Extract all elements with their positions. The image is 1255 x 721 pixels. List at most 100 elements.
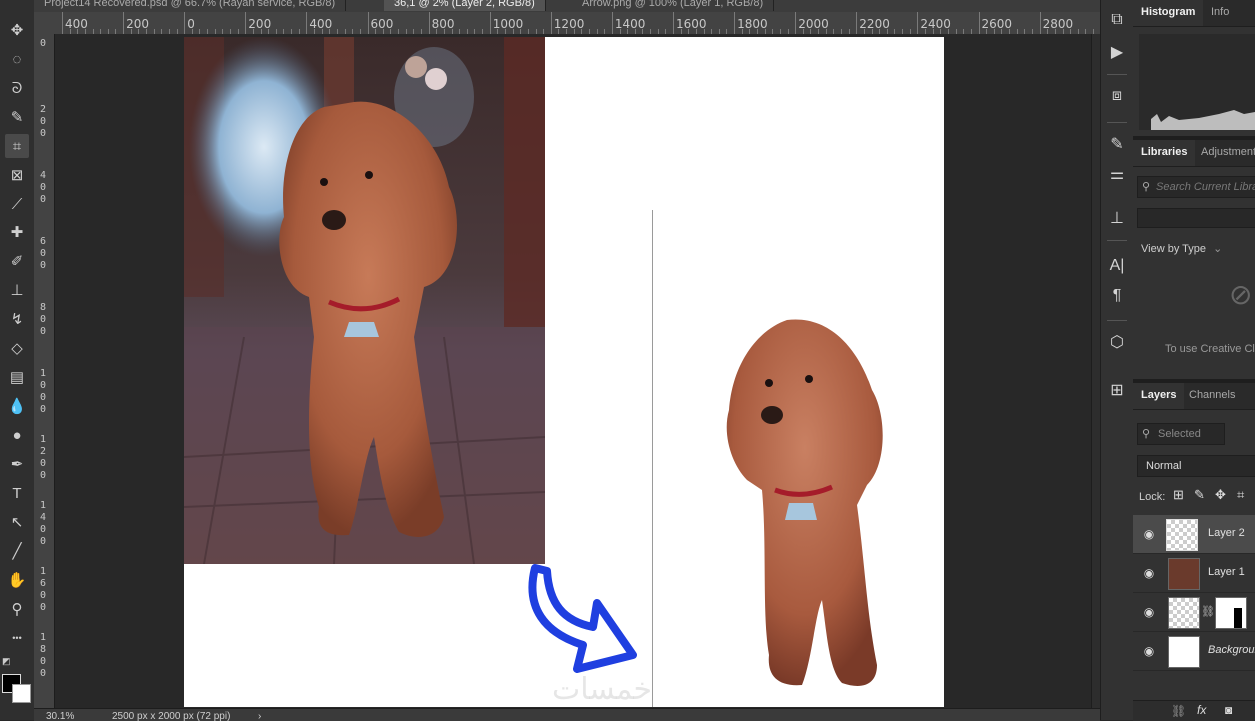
ruler-label: 2200 xyxy=(859,17,890,31)
layer-2-dog-cutout xyxy=(717,315,892,695)
ruler-label: 200 xyxy=(126,17,149,31)
ruler-label: 1600 xyxy=(676,17,707,31)
lock-label: Lock: xyxy=(1139,491,1166,503)
lock-position-icon[interactable]: ✥ xyxy=(1215,487,1226,503)
marquee-icon[interactable]: ◌ xyxy=(5,47,29,71)
3d-icon[interactable]: ⬡ xyxy=(1105,330,1129,354)
path-select-icon[interactable]: ↖ xyxy=(5,510,29,534)
eyedropper-icon[interactable]: ⟋ xyxy=(5,192,29,216)
ruler-label: 1400 xyxy=(39,500,47,547)
brush-icon[interactable]: ✐ xyxy=(5,249,29,273)
layer-filter-dropdown[interactable]: ⚲ Selected xyxy=(1137,423,1225,445)
link-layers-icon[interactable]: ⛓ xyxy=(1171,704,1186,718)
tab-adjustments[interactable]: Adjustments xyxy=(1193,140,1255,166)
tab-info[interactable]: Info xyxy=(1203,0,1237,26)
visibility-eye-icon[interactable]: ◉ xyxy=(1141,526,1157,542)
ruler-label: 800 xyxy=(431,17,455,31)
grid-icon[interactable]: ⊞ xyxy=(1105,378,1129,402)
brush-settings-icon[interactable]: ✎ xyxy=(1105,132,1129,156)
ruler-label: 600 xyxy=(39,236,47,271)
view-by-type-dropdown[interactable]: View by Type ⌄ xyxy=(1141,242,1222,255)
healing-brush-icon[interactable]: ✚ xyxy=(5,220,29,244)
chevron-down-icon: ⌄ xyxy=(1213,243,1223,255)
creative-cloud-message: To use Creative Cloud xyxy=(1165,343,1255,355)
layer-row-background[interactable]: ◉ Background xyxy=(1133,632,1255,671)
tab-channels[interactable]: Channels xyxy=(1181,383,1243,409)
lock-transparency-icon[interactable]: ⊞ xyxy=(1173,487,1184,503)
search-icon: ⚲ xyxy=(1142,428,1151,440)
layer-row-masked[interactable]: ◉ ⛓ xyxy=(1133,593,1255,632)
add-mask-icon[interactable]: ◙ xyxy=(1225,703,1232,717)
pen-icon[interactable]: ✒ xyxy=(5,452,29,476)
tab-project14[interactable]: Project14 Recovered.psd @ 66.7% (Rayan s… xyxy=(34,0,347,11)
histogram-panel-tabs: Histogram Info xyxy=(1133,0,1255,27)
crop-icon[interactable]: ⌗ xyxy=(5,134,29,158)
background-color-swatch[interactable] xyxy=(12,684,31,703)
ruler-label: 200 xyxy=(39,104,47,139)
ruler-label: 600 xyxy=(370,17,394,31)
layer-name: Layer 1 xyxy=(1208,566,1245,578)
ruler-label: 1200 xyxy=(553,17,585,31)
search-placeholder: Search Current Library xyxy=(1156,181,1255,193)
mask-link-icon[interactable]: ⛓ xyxy=(1201,605,1215,618)
visibility-eye-icon[interactable]: ◉ xyxy=(1141,604,1157,620)
quick-select-icon[interactable]: ✎ xyxy=(5,105,29,129)
ruler-label: 2800 xyxy=(1042,17,1074,31)
blur-icon[interactable]: 💧 xyxy=(5,394,29,418)
fx-icon[interactable]: fx xyxy=(1197,703,1206,717)
ruler-label: 1800 xyxy=(737,17,768,31)
histogram-graph xyxy=(1139,34,1255,130)
tab-layers[interactable]: Layers xyxy=(1133,383,1185,409)
watermark: خمسات xyxy=(552,672,653,707)
cloud-sync-icon: ⊘ xyxy=(1229,279,1253,310)
adjust-icon[interactable]: ⚌ xyxy=(1105,162,1129,186)
layer-mask-thumbnail xyxy=(1215,597,1247,629)
history-icon[interactable]: ⧉ xyxy=(1105,8,1129,32)
lasso-icon[interactable]: ᘐ xyxy=(5,76,29,100)
layers-footer: ⛓ fx ◙ xyxy=(1133,700,1255,721)
tab-histogram[interactable]: Histogram xyxy=(1133,0,1204,26)
layers-panel-tabs: Layers Channels xyxy=(1133,383,1255,410)
ruler-label: 1600 xyxy=(39,566,47,613)
layer-thumbnail xyxy=(1168,597,1200,629)
layer-row-layer-2[interactable]: ◉ Layer 2 xyxy=(1133,515,1255,554)
tab-arrow-png[interactable]: Arrow.png @ 100% (Layer 1, RGB/8) xyxy=(572,0,775,11)
search-icon: ⚲ xyxy=(1142,181,1151,193)
ruler-label: 1400 xyxy=(614,17,646,31)
paragraph-icon[interactable]: ¶ xyxy=(1105,284,1129,308)
tab-layer2-doc[interactable]: 36,1 @ 2% (Layer 2, RGB/8) xyxy=(384,0,546,11)
gradient-icon[interactable]: ▤ xyxy=(5,365,29,389)
dodge-icon[interactable]: ● xyxy=(5,423,29,447)
library-selector[interactable] xyxy=(1137,208,1255,228)
clone-source-icon[interactable]: ⊥ xyxy=(1105,206,1129,230)
eraser-icon[interactable]: ◇ xyxy=(5,336,29,360)
ruler-label: 0 xyxy=(187,17,195,31)
character-icon[interactable]: A| xyxy=(1105,254,1129,278)
guide-line[interactable] xyxy=(652,210,653,707)
lock-pixels-icon[interactable]: ✎ xyxy=(1194,487,1205,503)
zoom-icon[interactable]: ⚲ xyxy=(5,597,29,621)
history-brush-icon[interactable]: ↯ xyxy=(5,307,29,331)
plugins-icon[interactable]: ⧈ xyxy=(1105,84,1129,108)
color-swatches[interactable]: ◩ xyxy=(2,656,32,704)
visibility-eye-icon[interactable]: ◉ xyxy=(1141,565,1157,581)
default-colors-icon[interactable]: ◩ xyxy=(2,656,11,667)
lock-artboard-icon[interactable]: ⌗ xyxy=(1237,487,1244,503)
line-icon[interactable]: ╱ xyxy=(5,539,29,563)
more-tools-icon[interactable]: ••• xyxy=(5,626,29,650)
ruler-label: 1800 xyxy=(39,632,47,679)
horizontal-ruler: 400 200 0 200 400 600 800 1000 1200 1400 1600 1800 2… xyxy=(34,12,1100,35)
move-icon[interactable]: ✥ xyxy=(5,18,29,42)
clone-stamp-icon[interactable]: ⊥ xyxy=(5,278,29,302)
tab-libraries[interactable]: Libraries xyxy=(1133,140,1196,166)
hand-icon[interactable]: ✋ xyxy=(5,568,29,592)
visibility-eye-icon[interactable]: ◉ xyxy=(1141,643,1157,659)
blend-mode-dropdown[interactable]: Normal xyxy=(1137,455,1255,477)
frame-icon[interactable]: ⊠ xyxy=(5,163,29,187)
ruler-label: 2000 xyxy=(798,17,829,31)
layer-row-layer-1[interactable]: ◉ Layer 1 xyxy=(1133,554,1255,593)
library-search-input[interactable]: ⚲ Search Current Library xyxy=(1137,176,1255,198)
play-actions-icon[interactable]: ▶ xyxy=(1105,40,1129,64)
type-icon[interactable]: T xyxy=(5,481,29,505)
blue-arrow-icon xyxy=(525,563,640,688)
